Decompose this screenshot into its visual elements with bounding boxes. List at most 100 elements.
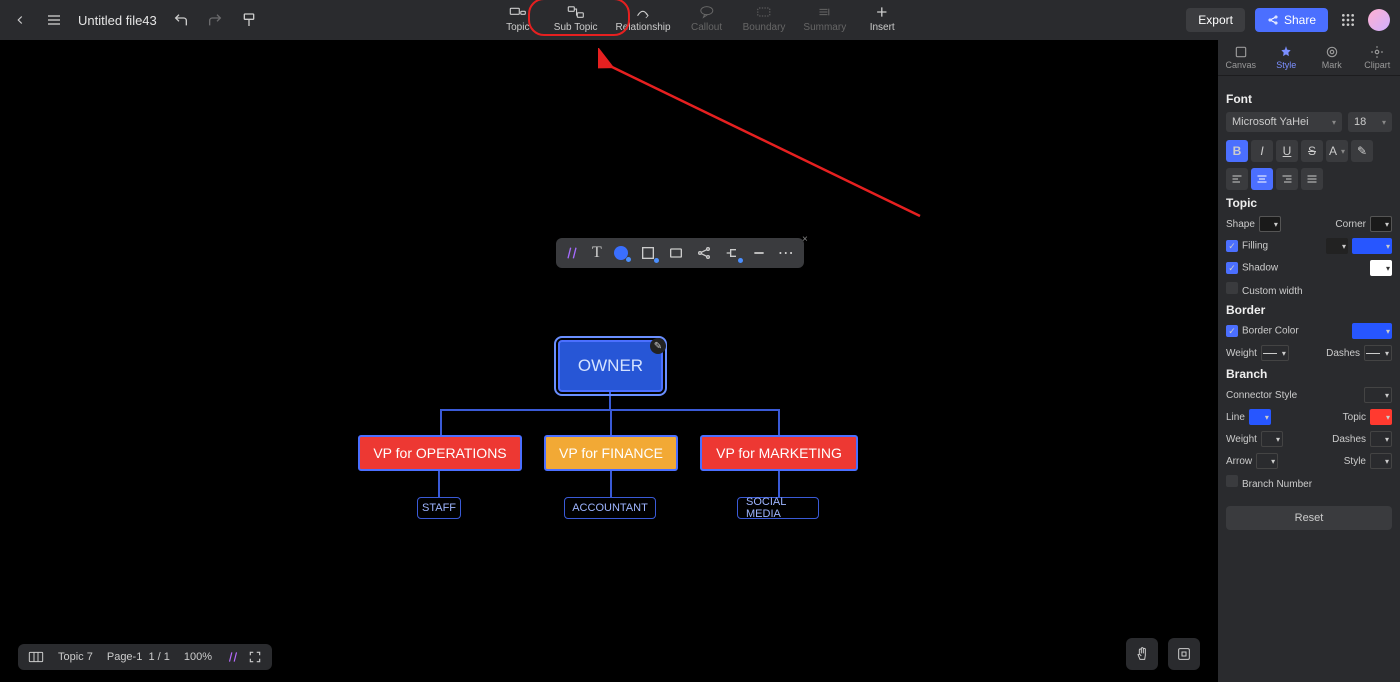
ft-border-icon[interactable] <box>640 245 656 261</box>
topic-icon <box>509 4 527 20</box>
tool-insert[interactable]: Insert <box>864 4 900 33</box>
strikethrough-button[interactable]: S <box>1301 140 1323 162</box>
tool-callout[interactable]: Callout <box>689 4 725 33</box>
fit-view-button[interactable] <box>1168 638 1200 670</box>
branch-topic-color-select[interactable]: ▾ <box>1370 409 1392 425</box>
highlight-button[interactable]: ✎ <box>1351 140 1373 162</box>
node-vp-operations[interactable]: VP for OPERATIONS <box>358 435 522 471</box>
topbar-right: Export Share <box>1186 8 1390 32</box>
custom-width-checkbox[interactable] <box>1226 282 1238 294</box>
tab-canvas[interactable]: Canvas <box>1218 40 1264 75</box>
pin-icon[interactable]: ✎ <box>650 338 666 354</box>
connector <box>609 392 611 409</box>
menu-icon[interactable] <box>44 10 64 30</box>
node-vp-marketing[interactable]: VP for MARKETING <box>700 435 858 471</box>
connector <box>610 471 612 497</box>
filename[interactable]: Untitled file43 <box>78 13 157 28</box>
line-color-select[interactable]: ▾ <box>1249 409 1271 425</box>
filling-checkbox[interactable]: ✓ <box>1226 240 1238 252</box>
apps-icon[interactable] <box>1338 10 1358 30</box>
bottom-right-controls <box>1126 638 1200 670</box>
branch-weight-select[interactable]: ▾ <box>1261 431 1283 447</box>
align-right-button[interactable] <box>1276 168 1298 190</box>
tab-style[interactable]: Style <box>1264 40 1310 75</box>
shadow-checkbox[interactable]: ✓ <box>1226 262 1238 274</box>
share-button[interactable]: Share <box>1255 8 1328 32</box>
insert-icon <box>874 4 890 20</box>
bold-button[interactable]: B <box>1226 140 1248 162</box>
node-staff[interactable]: STAFF <box>417 497 461 519</box>
italic-button[interactable]: I <box>1251 140 1273 162</box>
ft-branch-icon[interactable] <box>724 245 740 261</box>
border-weight-select[interactable]: ▾ <box>1261 345 1289 361</box>
branch-style-select[interactable]: ▾ <box>1370 453 1392 469</box>
undo-icon[interactable] <box>171 10 191 30</box>
fill-pattern-select[interactable]: ▾ <box>1326 238 1348 254</box>
ft-link-icon[interactable] <box>696 245 712 261</box>
avatar[interactable] <box>1368 9 1390 31</box>
ft-ai-icon[interactable] <box>564 245 580 261</box>
redo-icon[interactable] <box>205 10 225 30</box>
back-icon[interactable] <box>10 10 30 30</box>
ft-rect-icon[interactable] <box>668 245 684 261</box>
font-family-select[interactable]: Microsoft YaHei▾ <box>1226 112 1342 132</box>
reset-button[interactable]: Reset <box>1226 506 1392 530</box>
map-view-icon[interactable] <box>28 650 44 664</box>
ft-more-icon[interactable]: ⋯ <box>778 243 796 263</box>
fullscreen-icon[interactable] <box>248 650 262 664</box>
node-vp-finance[interactable]: VP for FINANCE <box>544 435 678 471</box>
border-color-select[interactable]: ▾ <box>1352 323 1392 339</box>
border-dashes-select[interactable]: ▾ <box>1364 345 1392 361</box>
tool-boundary[interactable]: Boundary <box>743 4 786 33</box>
font-color-button[interactable]: A▾ <box>1326 140 1348 162</box>
align-justify-button[interactable] <box>1301 168 1323 190</box>
border-color-checkbox[interactable]: ✓ <box>1226 325 1238 337</box>
theme-icon[interactable] <box>226 650 240 664</box>
topbar-tools: Topic Sub Topic Relationship Callout Bou… <box>500 0 900 40</box>
align-center-button[interactable] <box>1251 168 1273 190</box>
ft-fill-icon[interactable] <box>614 246 628 260</box>
tool-subtopic[interactable]: Sub Topic <box>554 4 598 33</box>
ft-text-icon[interactable]: T <box>592 244 602 262</box>
canvas[interactable]: OWNER ✎ VP for OPERATIONS VP for FINANCE… <box>0 40 1218 642</box>
hand-tool-button[interactable] <box>1126 638 1158 670</box>
relationship-icon <box>634 4 652 20</box>
connector-style-select[interactable]: ▾ <box>1364 387 1392 403</box>
underline-button[interactable]: U <box>1276 140 1298 162</box>
tool-summary[interactable]: Summary <box>803 4 846 33</box>
topbar-left: Untitled file43 <box>10 10 259 30</box>
tool-topic[interactable]: Topic <box>500 4 536 33</box>
connector <box>610 409 612 435</box>
border-section-title: Border <box>1226 303 1392 317</box>
side-panel: Canvas Style Mark Clipart Font Microsoft… <box>1218 40 1400 682</box>
panel-tabs: Canvas Style Mark Clipart <box>1218 40 1400 76</box>
tool-relationship[interactable]: Relationship <box>616 4 671 33</box>
connector <box>778 409 780 435</box>
branch-dashes-select[interactable]: ▾ <box>1370 431 1392 447</box>
branch-arrow-select[interactable]: ▾ <box>1256 453 1278 469</box>
node-social-media[interactable]: SOCIAL MEDIA <box>737 497 819 519</box>
shadow-color-select[interactable]: ▾ <box>1370 260 1392 276</box>
status-page[interactable]: Page-1 1 / 1 <box>107 651 170 663</box>
corner-select[interactable]: ▾ <box>1370 216 1392 232</box>
format-painter-icon[interactable] <box>239 10 259 30</box>
ft-close-icon[interactable]: × <box>802 234 808 245</box>
branch-number-checkbox[interactable] <box>1226 475 1238 487</box>
connector <box>438 471 440 497</box>
tab-clipart[interactable]: Clipart <box>1355 40 1400 75</box>
ft-minus-icon[interactable] <box>752 246 766 260</box>
branch-section-title: Branch <box>1226 367 1392 381</box>
shape-select[interactable]: ▾ <box>1259 216 1281 232</box>
export-button[interactable]: Export <box>1186 8 1245 32</box>
tab-mark[interactable]: Mark <box>1309 40 1355 75</box>
status-topic[interactable]: Topic 7 <box>58 651 93 663</box>
floating-toolbar: T ⋯ × <box>556 238 804 268</box>
status-zoom[interactable]: 100% <box>184 651 212 663</box>
node-accountant[interactable]: ACCOUNTANT <box>564 497 656 519</box>
align-left-button[interactable] <box>1226 168 1248 190</box>
fill-color-select[interactable]: ▾ <box>1352 238 1392 254</box>
node-owner[interactable]: OWNER <box>558 340 663 392</box>
connector <box>778 471 780 497</box>
font-size-select[interactable]: 18▾ <box>1348 112 1392 132</box>
subtopic-icon <box>567 4 585 20</box>
